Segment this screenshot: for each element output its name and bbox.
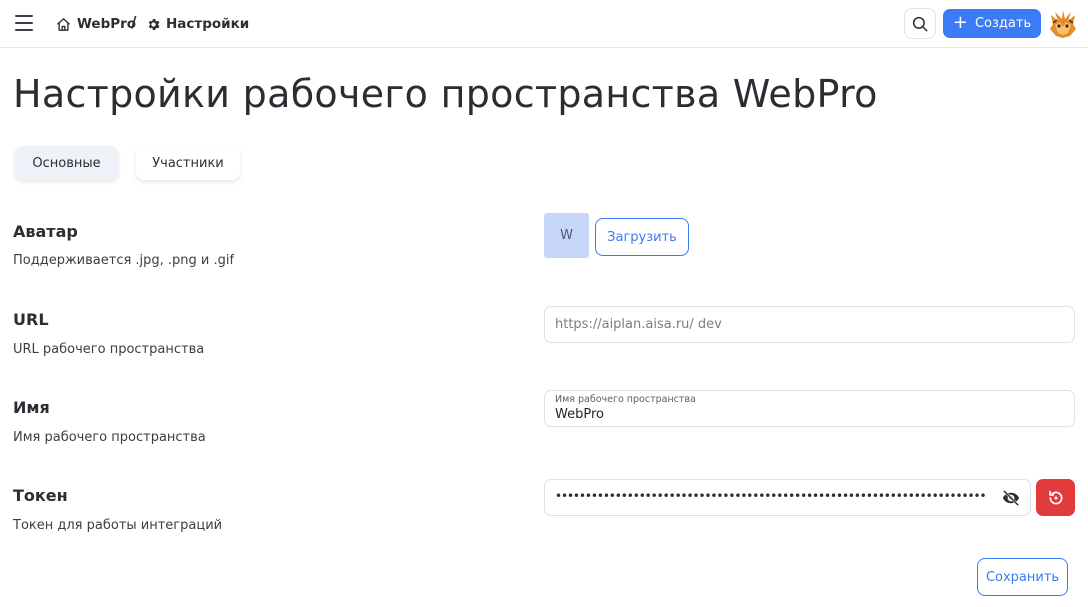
workspace-avatar: W bbox=[544, 213, 589, 258]
tab-members[interactable]: Участники bbox=[136, 146, 240, 180]
search-icon bbox=[912, 16, 928, 31]
toggle-visibility-button[interactable] bbox=[1002, 489, 1020, 507]
tab-main-label: Основные bbox=[32, 155, 101, 171]
hamburger-icon[interactable] bbox=[15, 14, 35, 32]
top-bar: WebPro / Настройки + Создать bbox=[0, 0, 1088, 48]
eye-off-icon bbox=[1002, 489, 1020, 507]
create-button[interactable]: + Создать bbox=[943, 9, 1041, 38]
regenerate-token-button[interactable] bbox=[1036, 479, 1075, 516]
url-field-value: https://aiplan.aisa.ru/ dev bbox=[555, 317, 722, 332]
create-button-label: Создать bbox=[974, 16, 1032, 31]
token-section-title: Токен bbox=[13, 486, 68, 505]
gear-icon bbox=[148, 18, 160, 30]
user-avatar-image bbox=[1050, 10, 1076, 38]
workspace-name-field[interactable]: Имя рабочего пространства WebPro bbox=[544, 390, 1075, 427]
workspace-avatar-letter: W bbox=[560, 228, 573, 243]
user-avatar[interactable] bbox=[1049, 9, 1077, 39]
home-icon bbox=[57, 17, 70, 31]
tab-main[interactable]: Основные bbox=[15, 146, 118, 180]
regenerate-icon bbox=[1048, 490, 1062, 504]
tab-members-label: Участники bbox=[152, 155, 224, 171]
url-section-title: URL bbox=[13, 310, 49, 329]
breadcrumb-workspace[interactable]: WebPro bbox=[56, 14, 136, 34]
breadcrumb-separator: / bbox=[131, 13, 137, 31]
breadcrumb-workspace-label: WebPro bbox=[77, 16, 137, 32]
page-title: Настройки рабочего пространства WebPro bbox=[13, 72, 878, 116]
avatar-section-description: Поддерживается .jpg, .png и .gif bbox=[13, 253, 235, 268]
plus-icon: + bbox=[952, 11, 968, 33]
name-section-description: Имя рабочего пространства bbox=[13, 430, 206, 445]
save-button-label: Сохранить bbox=[985, 569, 1060, 585]
save-button[interactable]: Сохранить bbox=[977, 558, 1068, 596]
workspace-name-field-value: WebPro bbox=[555, 407, 604, 422]
search-button[interactable] bbox=[904, 8, 936, 39]
token-field[interactable]: ••••••••••••••••••••••••••••••••••••••••… bbox=[544, 479, 1031, 516]
url-field[interactable]: https://aiplan.aisa.ru/ dev bbox=[544, 306, 1075, 343]
upload-button-label: Загрузить bbox=[607, 229, 677, 245]
name-section-title: Имя bbox=[13, 398, 50, 417]
breadcrumb-settings-label: Настройки bbox=[166, 16, 250, 32]
workspace-name-field-label: Имя рабочего пространства bbox=[555, 394, 696, 405]
token-section-description: Токен для работы интеграций bbox=[13, 518, 223, 533]
url-section-description: URL рабочего пространства bbox=[13, 342, 205, 357]
token-field-value: ••••••••••••••••••••••••••••••••••••••••… bbox=[555, 489, 987, 503]
breadcrumb-settings[interactable]: Настройки bbox=[146, 14, 249, 34]
avatar-section-title: Аватар bbox=[13, 222, 78, 241]
upload-button[interactable]: Загрузить bbox=[595, 218, 689, 256]
